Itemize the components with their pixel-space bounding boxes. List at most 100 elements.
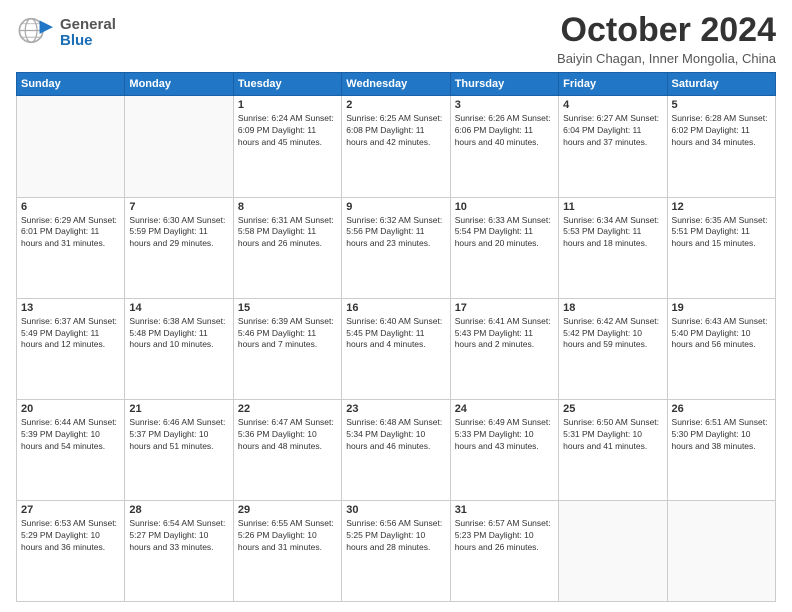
day-info: Sunrise: 6:39 AM Sunset: 5:46 PM Dayligh… — [238, 316, 337, 352]
day-info: Sunrise: 6:30 AM Sunset: 5:59 PM Dayligh… — [129, 215, 228, 251]
month-title: October 2024 — [557, 12, 776, 49]
day-number: 11 — [563, 201, 662, 213]
calendar-cell: 2 Sunrise: 6:25 AM Sunset: 6:08 PM Daylig… — [342, 96, 450, 197]
col-friday: Friday — [559, 73, 667, 96]
day-info: Sunrise: 6:38 AM Sunset: 5:48 PM Dayligh… — [129, 316, 228, 352]
calendar-cell: 20 Sunrise: 6:44 AM Sunset: 5:39 PM Dayli… — [17, 399, 125, 500]
day-info: Sunrise: 6:56 AM Sunset: 5:25 PM Dayligh… — [346, 518, 445, 554]
calendar-week-3: 13Sunrise: 6:37 AM Sunset: 5:49 PM Dayli… — [17, 298, 776, 399]
calendar-cell — [559, 500, 667, 601]
calendar-cell: 27 Sunrise: 6:53 AM Sunset: 5:29 PM Dayli… — [17, 500, 125, 601]
day-info: Sunrise: 6:43 AM Sunset: 5:40 PM Dayligh… — [672, 316, 771, 352]
calendar-cell: 5Sunrise: 6:28 AM Sunset: 6:02 PM Daylig… — [667, 96, 775, 197]
calendar-cell: 29 Sunrise: 6:55 AM Sunset: 5:26 PM Dayli… — [233, 500, 341, 601]
day-info: Sunrise: 6:33 AM Sunset: 5:54 PM Dayligh… — [455, 215, 554, 251]
day-info: Sunrise: 6:31 AM Sunset: 5:58 PM Dayligh… — [238, 215, 337, 251]
day-number: 3 — [455, 99, 554, 111]
logo-icon — [16, 12, 58, 54]
calendar-cell: 24 Sunrise: 6:49 AM Sunset: 5:33 PM Dayli… — [450, 399, 558, 500]
col-wednesday: Wednesday — [342, 73, 450, 96]
day-info: Sunrise: 6:55 AM Sunset: 5:26 PM Dayligh… — [238, 518, 337, 554]
logo-blue-text: Blue — [60, 33, 116, 50]
day-info: Sunrise: 6:44 AM Sunset: 5:39 PM Dayligh… — [21, 417, 120, 453]
day-info: Sunrise: 6:57 AM Sunset: 5:23 PM Dayligh… — [455, 518, 554, 554]
col-tuesday: Tuesday — [233, 73, 341, 96]
calendar-cell: 18 Sunrise: 6:42 AM Sunset: 5:42 PM Dayli… — [559, 298, 667, 399]
day-number: 17 — [455, 302, 554, 314]
day-number: 6 — [21, 201, 120, 213]
day-number: 25 — [563, 403, 662, 415]
day-info: Sunrise: 6:27 AM Sunset: 6:04 PM Dayligh… — [563, 113, 662, 149]
calendar-cell: 16Sunrise: 6:40 AM Sunset: 5:45 PM Dayli… — [342, 298, 450, 399]
calendar-cell: 23 Sunrise: 6:48 AM Sunset: 5:34 PM Dayli… — [342, 399, 450, 500]
day-number: 1 — [238, 99, 337, 111]
title-block: October 2024 Baiyin Chagan, Inner Mongol… — [557, 12, 776, 66]
calendar-cell: 8 Sunrise: 6:31 AM Sunset: 5:58 PM Daylig… — [233, 197, 341, 298]
calendar-cell — [125, 96, 233, 197]
day-number: 9 — [346, 201, 445, 213]
day-number: 20 — [21, 403, 120, 415]
day-number: 2 — [346, 99, 445, 111]
day-info: Sunrise: 6:42 AM Sunset: 5:42 PM Dayligh… — [563, 316, 662, 352]
day-info: Sunrise: 6:28 AM Sunset: 6:02 PM Dayligh… — [672, 113, 771, 149]
day-number: 18 — [563, 302, 662, 314]
calendar-cell: 11 Sunrise: 6:34 AM Sunset: 5:53 PM Dayli… — [559, 197, 667, 298]
calendar-cell: 12Sunrise: 6:35 AM Sunset: 5:51 PM Dayli… — [667, 197, 775, 298]
day-number: 29 — [238, 504, 337, 516]
calendar-cell: 28Sunrise: 6:54 AM Sunset: 5:27 PM Dayli… — [125, 500, 233, 601]
day-info: Sunrise: 6:50 AM Sunset: 5:31 PM Dayligh… — [563, 417, 662, 453]
day-number: 10 — [455, 201, 554, 213]
calendar-cell: 6 Sunrise: 6:29 AM Sunset: 6:01 PM Daylig… — [17, 197, 125, 298]
day-number: 14 — [129, 302, 228, 314]
col-saturday: Saturday — [667, 73, 775, 96]
col-monday: Monday — [125, 73, 233, 96]
day-number: 16 — [346, 302, 445, 314]
calendar-cell: 21 Sunrise: 6:46 AM Sunset: 5:37 PM Dayli… — [125, 399, 233, 500]
day-number: 21 — [129, 403, 228, 415]
calendar-cell — [667, 500, 775, 601]
day-info: Sunrise: 6:46 AM Sunset: 5:37 PM Dayligh… — [129, 417, 228, 453]
location: Baiyin Chagan, Inner Mongolia, China — [557, 51, 776, 66]
day-number: 23 — [346, 403, 445, 415]
day-info: Sunrise: 6:29 AM Sunset: 6:01 PM Dayligh… — [21, 215, 120, 251]
calendar-cell: 3 Sunrise: 6:26 AM Sunset: 6:06 PM Daylig… — [450, 96, 558, 197]
calendar-cell: 15 Sunrise: 6:39 AM Sunset: 5:46 PM Dayli… — [233, 298, 341, 399]
day-number: 19 — [672, 302, 771, 314]
calendar-cell: 10 Sunrise: 6:33 AM Sunset: 5:54 PM Dayli… — [450, 197, 558, 298]
calendar-body: 1Sunrise: 6:24 AM Sunset: 6:09 PM Daylig… — [17, 96, 776, 602]
calendar-cell: 7Sunrise: 6:30 AM Sunset: 5:59 PM Daylig… — [125, 197, 233, 298]
day-number: 24 — [455, 403, 554, 415]
day-info: Sunrise: 6:47 AM Sunset: 5:36 PM Dayligh… — [238, 417, 337, 453]
calendar-cell — [17, 96, 125, 197]
day-number: 27 — [21, 504, 120, 516]
logo: General Blue — [16, 12, 116, 54]
day-number: 4 — [563, 99, 662, 111]
calendar-cell: 9Sunrise: 6:32 AM Sunset: 5:56 PM Daylig… — [342, 197, 450, 298]
day-number: 30 — [346, 504, 445, 516]
calendar-week-2: 6 Sunrise: 6:29 AM Sunset: 6:01 PM Daylig… — [17, 197, 776, 298]
day-number: 28 — [129, 504, 228, 516]
day-info: Sunrise: 6:53 AM Sunset: 5:29 PM Dayligh… — [21, 518, 120, 554]
calendar-cell: 31Sunrise: 6:57 AM Sunset: 5:23 PM Dayli… — [450, 500, 558, 601]
logo-label: General Blue — [60, 17, 116, 50]
calendar-cell: 17Sunrise: 6:41 AM Sunset: 5:43 PM Dayli… — [450, 298, 558, 399]
logo-general-text: General — [60, 17, 116, 34]
day-info: Sunrise: 6:25 AM Sunset: 6:08 PM Dayligh… — [346, 113, 445, 149]
day-info: Sunrise: 6:49 AM Sunset: 5:33 PM Dayligh… — [455, 417, 554, 453]
calendar-cell: 25 Sunrise: 6:50 AM Sunset: 5:31 PM Dayli… — [559, 399, 667, 500]
day-info: Sunrise: 6:34 AM Sunset: 5:53 PM Dayligh… — [563, 215, 662, 251]
calendar-cell: 1Sunrise: 6:24 AM Sunset: 6:09 PM Daylig… — [233, 96, 341, 197]
day-number: 12 — [672, 201, 771, 213]
day-info: Sunrise: 6:26 AM Sunset: 6:06 PM Dayligh… — [455, 113, 554, 149]
col-sunday: Sunday — [17, 73, 125, 96]
day-number: 22 — [238, 403, 337, 415]
day-number: 8 — [238, 201, 337, 213]
calendar-week-5: 27 Sunrise: 6:53 AM Sunset: 5:29 PM Dayli… — [17, 500, 776, 601]
calendar-table: Sunday Monday Tuesday Wednesday Thursday… — [16, 72, 776, 602]
day-info: Sunrise: 6:48 AM Sunset: 5:34 PM Dayligh… — [346, 417, 445, 453]
calendar-cell: 26Sunrise: 6:51 AM Sunset: 5:30 PM Dayli… — [667, 399, 775, 500]
calendar-cell: 4 Sunrise: 6:27 AM Sunset: 6:04 PM Daylig… — [559, 96, 667, 197]
calendar-week-1: 1Sunrise: 6:24 AM Sunset: 6:09 PM Daylig… — [17, 96, 776, 197]
day-number: 15 — [238, 302, 337, 314]
day-info: Sunrise: 6:37 AM Sunset: 5:49 PM Dayligh… — [21, 316, 120, 352]
